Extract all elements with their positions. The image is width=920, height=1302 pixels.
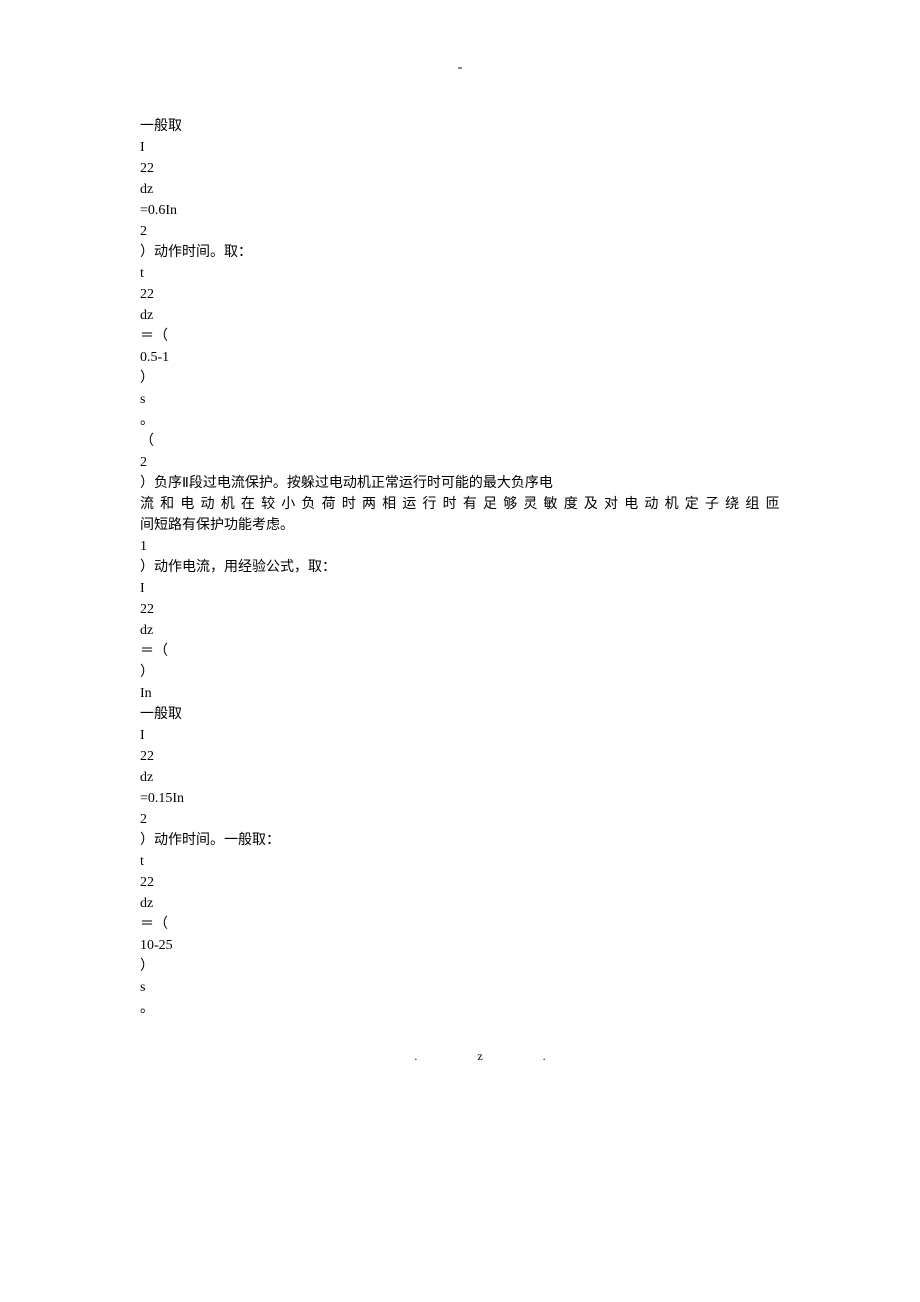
text-line: =0.15In bbox=[140, 788, 780, 809]
text-line: 2 bbox=[140, 452, 780, 473]
top-dash: - bbox=[140, 60, 780, 76]
text-line: 0.5-1 bbox=[140, 347, 780, 368]
document-page: - 一般取I22dz=0.6In2）动作时间。取：t22dz＝（0.5-1）s。… bbox=[0, 0, 920, 1104]
text-line: ） bbox=[140, 368, 780, 389]
text-line: dz bbox=[140, 767, 780, 788]
footer-left: . bbox=[414, 1049, 477, 1063]
text-line: 22 bbox=[140, 158, 780, 179]
text-line: dz bbox=[140, 305, 780, 326]
text-line: ＝（ bbox=[140, 914, 780, 935]
text-line: ）动作电流，用经验公式，取： bbox=[140, 557, 780, 578]
text-line: ）动作时间。取： bbox=[140, 242, 780, 263]
text-line: In bbox=[140, 683, 780, 704]
text-line: 22 bbox=[140, 746, 780, 767]
text-line: 2 bbox=[140, 221, 780, 242]
text-line: s bbox=[140, 977, 780, 998]
text-line: 一般取 bbox=[140, 116, 780, 137]
text-line: ）负序Ⅱ段过电流保护。按躲过电动机正常运行时可能的最大负序电 bbox=[140, 473, 780, 494]
text-line: 1 bbox=[140, 536, 780, 557]
text-line: 10-25 bbox=[140, 935, 780, 956]
text-line: 2 bbox=[140, 809, 780, 830]
text-line: I bbox=[140, 578, 780, 599]
text-line: t bbox=[140, 263, 780, 284]
text-line: 间短路有保护功能考虑。 bbox=[140, 515, 780, 536]
text-line: 22 bbox=[140, 284, 780, 305]
text-line: 22 bbox=[140, 872, 780, 893]
text-line: dz bbox=[140, 620, 780, 641]
text-line: ＝（ bbox=[140, 326, 780, 347]
text-line: 。 bbox=[140, 410, 780, 431]
document-content: 一般取I22dz=0.6In2）动作时间。取：t22dz＝（0.5-1）s。（2… bbox=[140, 116, 780, 1019]
text-line: 22 bbox=[140, 599, 780, 620]
text-line: I bbox=[140, 137, 780, 158]
text-line: ＝（ bbox=[140, 641, 780, 662]
footer-right: z. bbox=[477, 1049, 605, 1063]
text-line: 。 bbox=[140, 998, 780, 1019]
text-line: t bbox=[140, 851, 780, 872]
text-line: ） bbox=[140, 956, 780, 977]
text-line: I bbox=[140, 725, 780, 746]
text-line: （ bbox=[140, 431, 780, 452]
text-line: 流和电动机在较小负荷时两相运行时有足够灵敏度及对电动机定子绕组匝 bbox=[140, 494, 780, 515]
page-footer: .z. bbox=[140, 1049, 780, 1064]
text-line: dz bbox=[140, 179, 780, 200]
text-line: =0.6In bbox=[140, 200, 780, 221]
text-line: 一般取 bbox=[140, 704, 780, 725]
text-line: dz bbox=[140, 893, 780, 914]
text-line: ）动作时间。一般取： bbox=[140, 830, 780, 851]
text-line: ） bbox=[140, 662, 780, 683]
text-line: s bbox=[140, 389, 780, 410]
